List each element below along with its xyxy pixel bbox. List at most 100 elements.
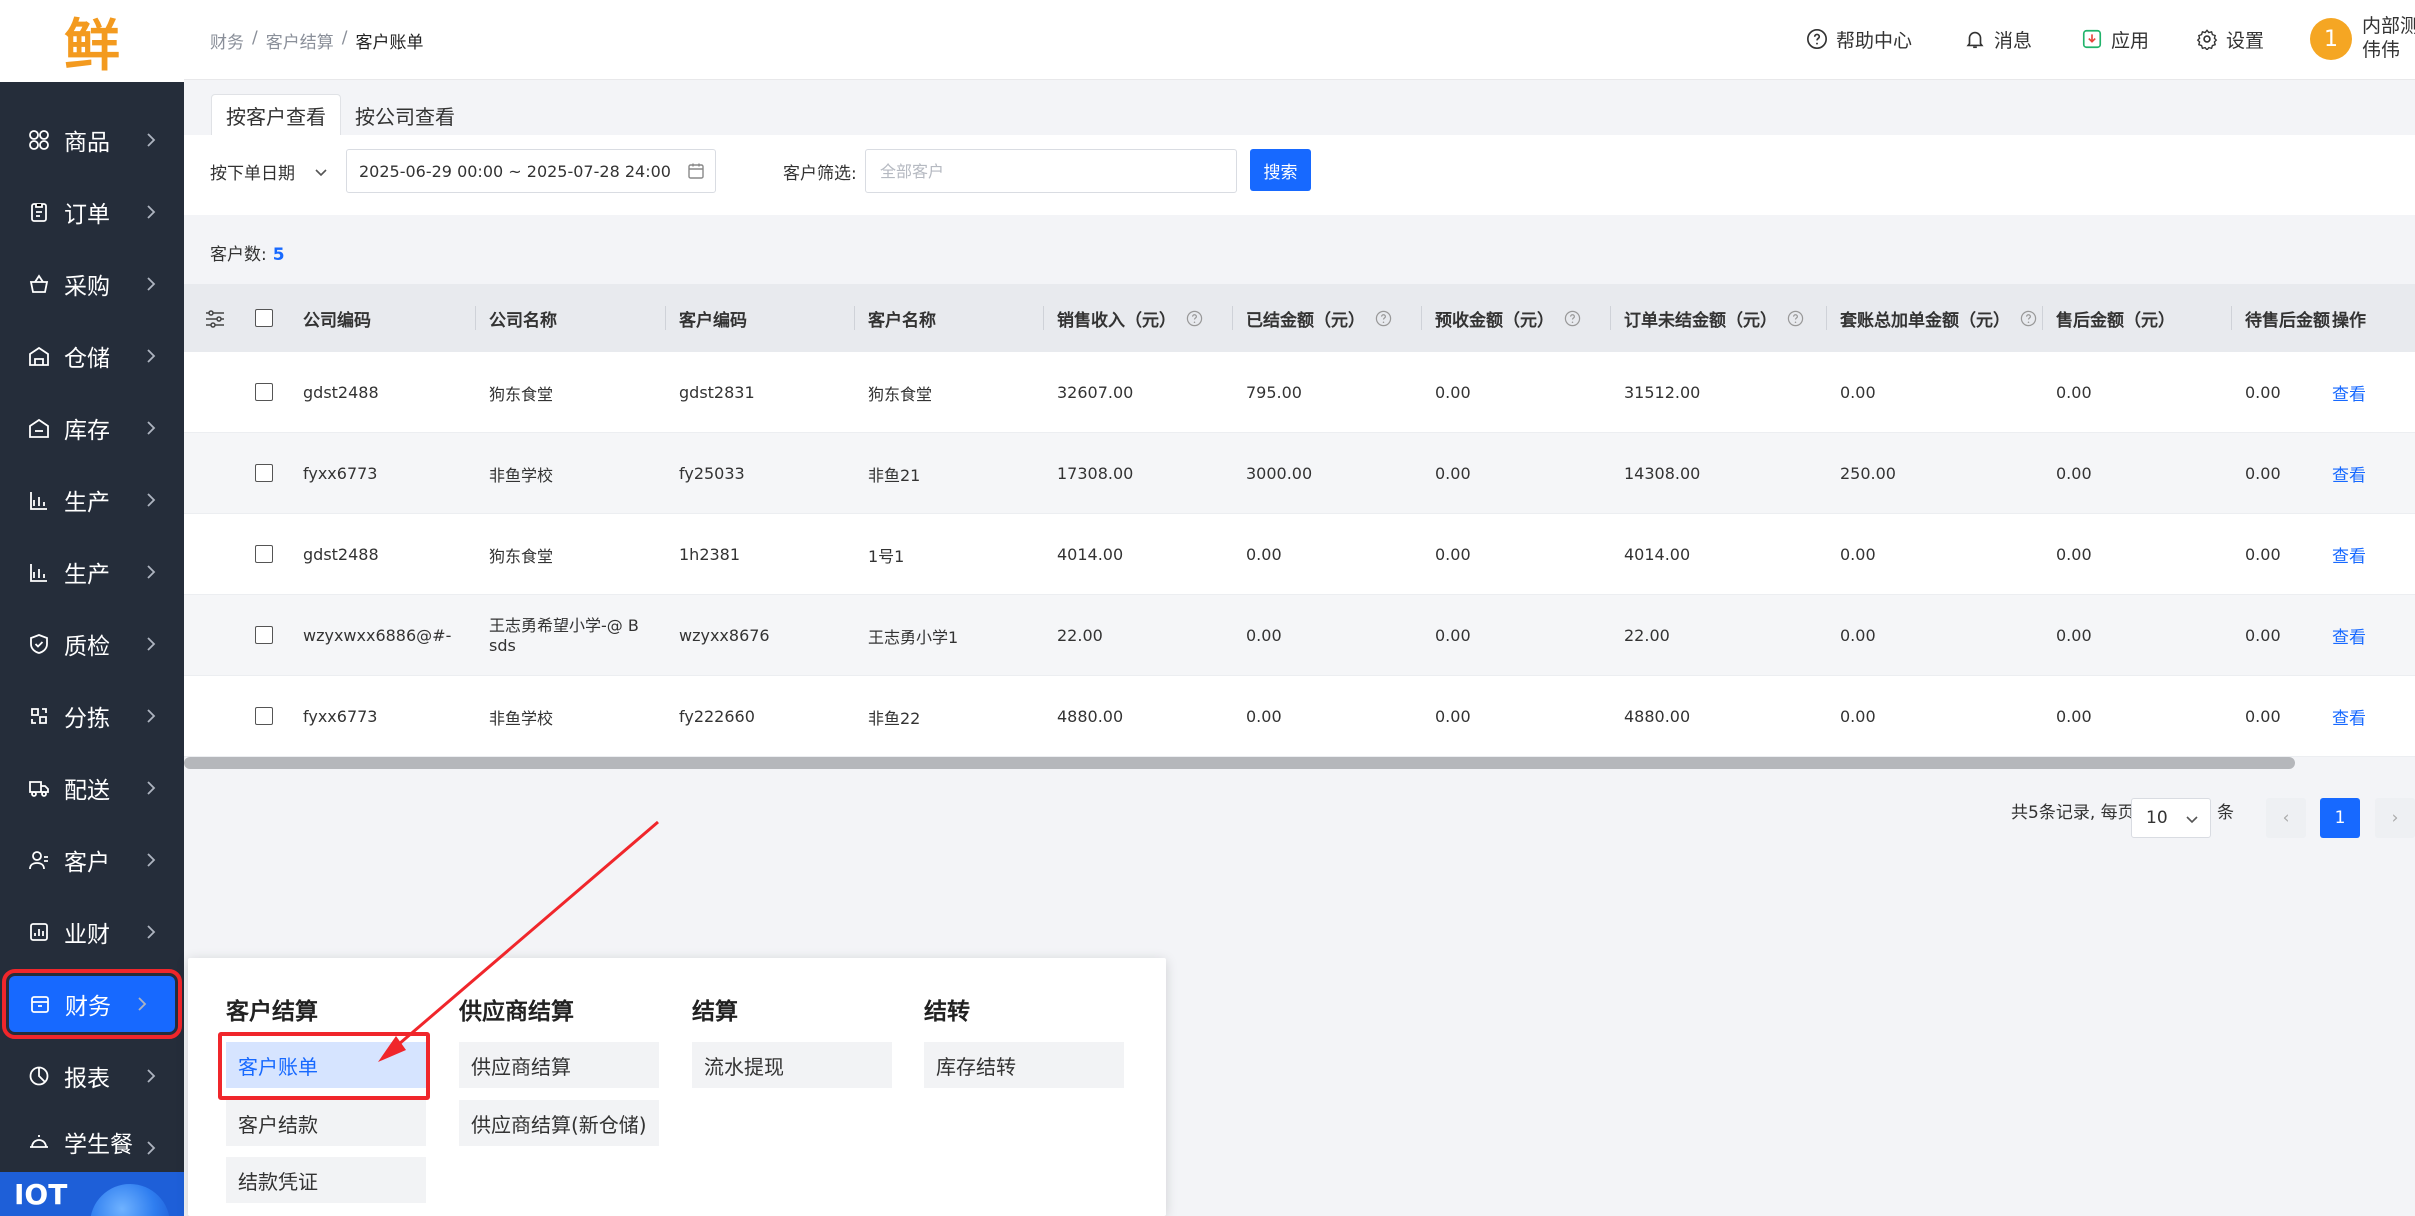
help-icon xyxy=(1186,310,1203,326)
sidebar-item-8[interactable]: 分拣 xyxy=(0,680,184,752)
column-header-8[interactable]: 套账总加单金额（元） xyxy=(1840,284,2037,352)
sidebar-item-12[interactable]: 财务 xyxy=(2,969,182,1039)
sidebar-item-2[interactable]: 采购 xyxy=(0,248,184,320)
messages-button[interactable]: 消息 xyxy=(1964,24,2032,54)
column-header-0[interactable]: 公司编码 xyxy=(303,284,371,352)
flyout-item-payment-voucher[interactable]: 结款凭证 xyxy=(226,1157,426,1203)
flyout-item-withdrawal[interactable]: 流水提现 xyxy=(692,1042,892,1088)
column-header-3[interactable]: 客户名称 xyxy=(868,284,936,352)
date-range-picker[interactable]: 2025-06-29 00:00 ~ 2025-07-28 24:00 xyxy=(346,149,716,193)
sidebar-item-6[interactable]: 生产 xyxy=(0,536,184,608)
column-separator[interactable] xyxy=(1610,306,1611,330)
sidebar-item-label: 采购 xyxy=(64,274,110,300)
row-checkbox[interactable] xyxy=(255,545,273,563)
column-separator[interactable] xyxy=(2042,306,2043,330)
flyout-item-inventory-carryover[interactable]: 库存结转 xyxy=(924,1042,1124,1088)
date-type-select[interactable]: 按下单日期 xyxy=(210,159,329,184)
view-link[interactable]: 查看 xyxy=(2332,352,2366,433)
customer-bill-table: 公司编码 公司名称 客户编码 客户名称 销售收入（元） 已结金额（元） 预收金额（元） 订单未… xyxy=(184,284,2415,757)
sidebar-item-14[interactable]: 学生餐 xyxy=(0,1112,184,1172)
page-size-select[interactable]: 10 xyxy=(2131,798,2211,838)
column-separator[interactable] xyxy=(1421,306,1422,330)
breadcrumb-item-customer-settlement[interactable]: 客户结算 xyxy=(266,28,334,53)
table-cell: 0.00 xyxy=(1246,707,1282,726)
row-checkbox[interactable] xyxy=(255,626,273,644)
settings-button[interactable]: 设置 xyxy=(2196,24,2264,54)
column-separator[interactable] xyxy=(1232,306,1233,330)
column-header-10[interactable]: 待售后金额 xyxy=(2245,284,2330,352)
table-row: gdst2488 狗东食堂 gdst2831 狗东食堂 32607.00 795.00 0.… xyxy=(184,352,2415,433)
column-separator[interactable] xyxy=(2231,306,2232,330)
row-checkbox[interactable] xyxy=(255,383,273,401)
sidebar-item-5[interactable]: 生产 xyxy=(0,464,184,536)
page-number-1[interactable]: 1 xyxy=(2320,798,2360,838)
customer-filter-input[interactable] xyxy=(865,149,1237,193)
chevron-right-icon xyxy=(147,1069,156,1083)
help-icon xyxy=(2020,310,2037,326)
chevron-right-icon xyxy=(147,565,156,579)
customer-count-value: 5 xyxy=(272,245,285,265)
avatar[interactable]: 1 xyxy=(2310,18,2352,60)
column-header-5[interactable]: 已结金额（元） xyxy=(1246,284,1392,352)
column-settings-icon[interactable] xyxy=(204,308,226,330)
flyout-item-customer-payment[interactable]: 客户结款 xyxy=(226,1100,426,1146)
view-link[interactable]: 查看 xyxy=(2332,433,2366,514)
table-row: wzyxwxx6886@#- 王志勇希望小学-@ B sds wzyxx8676 王志… xyxy=(184,595,2415,676)
column-separator[interactable] xyxy=(1043,306,1044,330)
sort-icon xyxy=(28,705,50,727)
column-header-7[interactable]: 订单未结金额（元） xyxy=(1624,284,1804,352)
table-cell: 非鱼22 xyxy=(868,708,921,728)
help-center-button[interactable]: 帮助中心 xyxy=(1806,24,1912,54)
chevron-right-icon xyxy=(147,493,156,507)
column-separator[interactable] xyxy=(665,306,666,330)
tab-by-customer[interactable]: 按客户查看 xyxy=(211,94,341,136)
table-cell: 14308.00 xyxy=(1624,464,1701,483)
select-all-checkbox[interactable] xyxy=(255,309,273,327)
next-page-button[interactable]: › xyxy=(2375,798,2415,838)
table-row: fyxx6773 非鱼学校 fy25033 非鱼21 17308.00 3000.00 0.… xyxy=(184,433,2415,514)
iot-banner[interactable]: IOT xyxy=(0,1172,184,1216)
prev-page-button[interactable]: ‹ xyxy=(2266,798,2306,838)
sidebar-item-9[interactable]: 配送 xyxy=(0,752,184,824)
sidebar-item-label: 生产 xyxy=(64,490,110,516)
view-link[interactable]: 查看 xyxy=(2332,595,2366,676)
flyout-item-supplier-settlement-new[interactable]: 供应商结算(新仓储) xyxy=(459,1100,659,1146)
column-header-6[interactable]: 预收金额（元） xyxy=(1435,284,1581,352)
factory-icon xyxy=(28,561,50,583)
breadcrumb-item-finance[interactable]: 财务 xyxy=(210,28,244,53)
view-link[interactable]: 查看 xyxy=(2332,676,2366,757)
sidebar-item-1[interactable]: 订单 xyxy=(0,176,184,248)
column-header-4[interactable]: 销售收入（元） xyxy=(1057,284,1203,352)
sidebar-item-3[interactable]: 仓储 xyxy=(0,320,184,392)
sidebar-item-4[interactable]: 库存 xyxy=(0,392,184,464)
horizontal-scrollbar[interactable] xyxy=(184,757,2295,769)
row-checkbox[interactable] xyxy=(255,464,273,482)
tab-by-company[interactable]: 按公司查看 xyxy=(341,94,469,136)
sidebar-item-10[interactable]: 客户 xyxy=(0,824,184,896)
table-cell: 狗东食堂 xyxy=(489,546,554,566)
user-name[interactable]: 内部测 伟伟 xyxy=(2362,14,2415,62)
sidebar-item-7[interactable]: 质检 xyxy=(0,608,184,680)
flyout-item-supplier-settlement[interactable]: 供应商结算 xyxy=(459,1042,659,1088)
sidebar-item-13[interactable]: 报表 xyxy=(0,1040,184,1112)
app-logo[interactable]: 鲜 xyxy=(0,0,184,82)
column-header-2[interactable]: 客户编码 xyxy=(679,284,747,352)
column-header-11[interactable]: 操作 xyxy=(2332,284,2366,352)
column-header-label: 公司名称 xyxy=(489,310,557,331)
search-button[interactable]: 搜索 xyxy=(1250,149,1311,191)
view-link[interactable]: 查看 xyxy=(2332,514,2366,595)
column-separator[interactable] xyxy=(854,306,855,330)
sidebar-item-0[interactable]: 商品 xyxy=(0,104,184,176)
chevron-right-icon xyxy=(147,925,156,939)
column-separator[interactable] xyxy=(475,306,476,330)
column-header-1[interactable]: 公司名称 xyxy=(489,284,557,352)
column-header-9[interactable]: 售后金额（元） xyxy=(2056,284,2175,352)
table-cell: 狗东食堂 xyxy=(868,384,933,404)
clipboard-icon xyxy=(28,201,50,223)
chevron-right-icon xyxy=(147,853,156,867)
apps-button[interactable]: 应用 xyxy=(2081,24,2149,54)
table-cell: 1号1 xyxy=(868,546,905,566)
row-checkbox[interactable] xyxy=(255,707,273,725)
sidebar-item-11[interactable]: 业财 xyxy=(0,896,184,968)
column-separator[interactable] xyxy=(1826,306,1827,330)
